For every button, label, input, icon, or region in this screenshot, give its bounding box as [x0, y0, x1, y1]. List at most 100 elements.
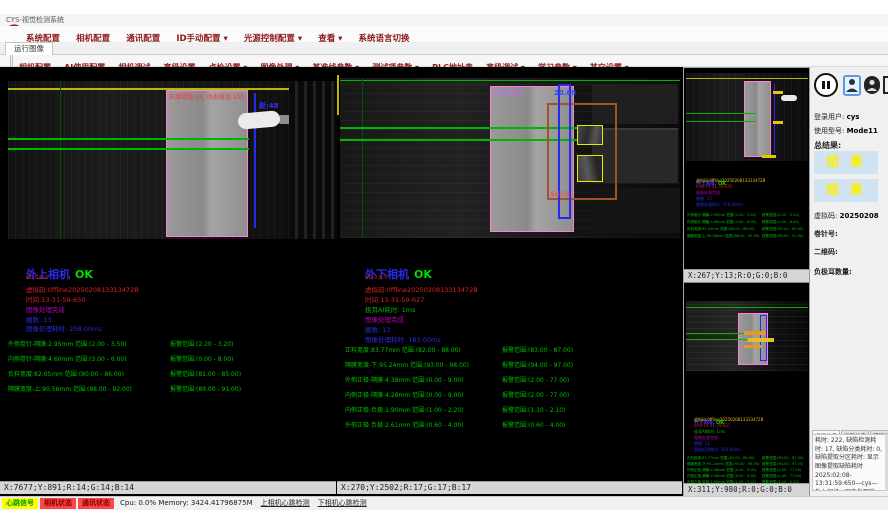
needle-number-label: 卷针号:: [814, 229, 838, 239]
pixel-coordinate-bar: X:311;Y:980;R:0;G:0;B:0: [684, 483, 809, 496]
green-guideline: [8, 138, 249, 140]
alarm-range: 报警范围:(0.00 - 8.00): [170, 354, 233, 363]
measurement-row: 内侧正极-隔膜:4.28mm 范围:(0.00 - 9.00): [345, 390, 464, 399]
lower-camera-heartbeat-link[interactable]: 下相机心跳检测: [318, 499, 367, 507]
pixel-coordinate-bar: X:267;Y:13;R:0;G:0;B:0: [684, 269, 809, 282]
right-sidebar: 登录用户: cys 使用型号: Mode11 总结果: 结 果 结 果 虚拟码:…: [809, 67, 888, 496]
green-vertical-guideline: [362, 78, 363, 238]
exit-button[interactable]: [882, 75, 888, 95]
mini-cost: 图像处理耗时: 183.00ms: [694, 447, 741, 453]
window-title: CYS-视觉检测系统: [6, 16, 64, 24]
middle-camera-panel: AI检测区域 20.68 极耳区域 外下相机OK NG:0;B:0 虚拟码:0f…: [337, 67, 683, 496]
green-guideline: [8, 148, 249, 150]
tab-area-annotation: 极耳区域: [550, 191, 570, 198]
mini-panel-column: 外上相机OK 虚拟码:0ffline2025020813313472B 时间:1…: [683, 67, 809, 496]
exit-door-icon: [882, 75, 888, 95]
measurement-row: 隔膜宽度-下:95.24mm 范围:(93.00 - 98.00): [345, 360, 469, 369]
mini-panel-top[interactable]: 外上相机OK 虚拟码:0ffline2025020813313472B 时间:1…: [684, 68, 809, 282]
alarm-range: 报警范围:(89.00 - 91.00): [170, 384, 241, 393]
left-camera-panel: 灰度阈值:93, 动态阈值:100 距:48 外上相机OK NG:0;B:0 虚…: [0, 67, 337, 496]
measurement-row: 隔膜宽度-上:90.56mm 范围:(88.00 - 92.00): [8, 384, 132, 393]
ng-counter: NG:0;B:0: [365, 275, 387, 281]
membrane-roi: [166, 90, 248, 237]
mini-panel-bottom[interactable]: 外下相机OK 虚拟码:0ffline2025020813313472B 时间:1…: [684, 282, 809, 496]
tab-count-label: 负极耳数量:: [814, 267, 852, 277]
measurement-row: 内侧卷针-隔膜:4.60mm 范围:(3.00 - 6.00): [8, 354, 127, 363]
upper-camera-heartbeat-link[interactable]: 上相机心跳检测: [261, 499, 310, 507]
person-icon: [845, 77, 859, 93]
pixel-coordinate-bar: X:7677;Y:891;R:14;G:14;B:14: [0, 481, 336, 494]
round-count-line: 圈数: 13: [365, 324, 391, 334]
user-manage-button[interactable]: [864, 76, 880, 94]
measurement-row: 外侧卷针-隔膜:2.95mm 范围:(2.00 - 3.50): [8, 339, 127, 348]
camera-status: OK: [414, 268, 432, 281]
login-user-row: 登录用户: cys: [814, 112, 859, 122]
pixel-coordinate-bar: X:270;Y:2502;R:17;G:17;B:17: [337, 481, 682, 494]
ai-area-annotation: AI检测区域: [493, 88, 523, 97]
comm-status-badge: 通讯状态: [78, 498, 114, 509]
alarm-range: 报警范围:(1.10 - 2.10): [502, 405, 565, 414]
qr-code-label: 二维码:: [814, 247, 838, 257]
process-cost-line: 图像处理耗时: 183.00ms: [365, 334, 441, 344]
yellow-guideline: [337, 75, 339, 115]
width-annotation: 20.68: [554, 89, 576, 97]
run-log-text: 耗时: 222, 缺陷检测耗时: 17, 缺陷分类耗时: 0, 缺陷提取分区耗时…: [812, 434, 886, 491]
measurement-row: 外侧正极-隔膜:4.38mm 范围:(0.00 - 9.00): [345, 375, 464, 384]
mini-top-image: [686, 73, 808, 161]
login-user-value: cys: [847, 113, 860, 121]
measurement-row: 内侧正极-负极:1.90mm 范围:(1.00 - 2.20): [345, 405, 464, 414]
ai-cost-line: 极耳AI耗时: 1ms: [365, 304, 415, 314]
tab-connector: [781, 95, 797, 101]
measurement-row: 外侧正极-负极:2.61mm 范围:(0.60 - 4.00): [345, 420, 464, 429]
app-window: CYS-视觉检测系统 系统配置 相机配置 通讯配置 ID手动配置 ▾ 光源控制配…: [0, 0, 888, 522]
alarm-range: 报警范围:(2.20 - 3.20): [170, 339, 233, 348]
total-result-label: 总结果:: [814, 140, 841, 151]
alarm-range: 报警范围:(0.60 - 4.00): [502, 420, 565, 429]
pause-icon: [814, 73, 838, 97]
alarm-range: 报警范围:(2.00 - 77.00): [502, 375, 569, 384]
alarm-range: 报警范围:(2.00 - 77.00): [502, 390, 569, 399]
process-done-line: 图像处理完成: [26, 304, 65, 314]
result-display-upper: 结 果: [814, 151, 878, 174]
process-done-line: 图像处理完成: [365, 314, 404, 324]
camera-status-badge: 相机状态: [40, 498, 76, 509]
model-value: Mode11: [847, 127, 878, 135]
mini-bottom-image: [686, 301, 808, 371]
measurement-row: 正料宽度:83.77mm 范围:(82.00 - 88.00): [345, 345, 461, 354]
green-guideline: [340, 80, 680, 81]
tab-connector: [237, 110, 280, 130]
pause-button[interactable]: [814, 73, 838, 97]
person-icon: [866, 78, 878, 92]
virtual-code-value: 20250208: [840, 212, 879, 220]
alarm-range: 报警范围:(81.00 - 85.00): [170, 369, 241, 378]
tab-run-image[interactable]: 运行图像: [5, 42, 53, 55]
virtual-code-row: 虚拟码: 20250208: [814, 211, 879, 221]
threshold-annotation: 灰度阈值:93, 动态阈值:100: [169, 92, 244, 101]
left-camera-image[interactable]: 灰度阈值:93, 动态阈值:100 距:48: [8, 81, 337, 239]
alarm-range: 报警范围:(83.00 - 87.00): [502, 345, 573, 354]
login-user-button[interactable]: [843, 75, 861, 96]
blue-measure-roi: [558, 84, 571, 219]
mini-cost: 图像处理耗时: 258.00ms: [696, 202, 743, 208]
cpu-memory-readout: Cpu: 0.0% Memory: 3424.41796875M: [120, 499, 253, 507]
tab-detect-box: [577, 125, 603, 145]
ng-counter: NG:0;B:0: [26, 275, 48, 281]
alarm-range: 报警范围:(94.00 - 97.00): [502, 360, 573, 369]
status-bar: 心跳信号相机状态通讯状态 Cpu: 0.0% Memory: 3424.41796…: [0, 496, 888, 510]
measurement-row: 负料宽度:82.05mm 范围:(80.00 - 86.00): [8, 369, 124, 378]
heartbeat-badge: 心跳信号: [2, 498, 38, 509]
virtual-code-line: 虚拟码:0ffline2025020813313472B: [26, 284, 139, 294]
distance-annotation: 距:48: [259, 101, 279, 111]
process-cost-line: 图像处理耗时: 258.00ms: [26, 323, 102, 333]
toolbar: 相机配置 AI使用配置 相机调试 高级设置 点检设置 ▾ 图像处理 ▾ 基准线参…: [0, 55, 888, 67]
result-display-lower: 结 果: [814, 179, 878, 202]
tab-strip: 运行图像: [0, 42, 888, 55]
machine-background: [289, 81, 337, 239]
middle-camera-image[interactable]: AI检测区域 20.68 极耳区域: [340, 78, 680, 238]
green-vertical-guideline: [60, 81, 61, 239]
virtual-code-line: 虚拟码:0ffline2025020813313472B: [365, 284, 478, 294]
main-area: 灰度阈值:93, 动态阈值:100 距:48 外上相机OK NG:0;B:0 虚…: [0, 67, 888, 496]
time-line: 时间:13-31-59-627: [365, 294, 424, 304]
menu-bar: 系统配置 相机配置 通讯配置 ID手动配置 ▾ 光源控制配置 ▾ 查看 ▾ 系统…: [0, 26, 888, 42]
window-titlebar: CYS-视觉检测系统: [0, 14, 888, 26]
